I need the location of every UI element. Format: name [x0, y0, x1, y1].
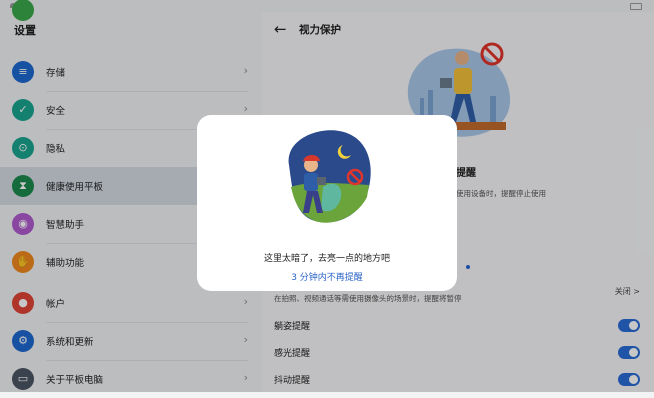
snooze-reminder-button[interactable]: 3 分钟内不再提醒	[197, 270, 457, 283]
dialog-message: 这里太暗了，去亮一点的地方吧	[263, 254, 390, 264]
dark-environment-illustration	[288, 130, 371, 223]
dark-environment-dialog: 这里太暗了，去亮一点的地方吧 3 分钟内不再提醒	[197, 115, 457, 291]
